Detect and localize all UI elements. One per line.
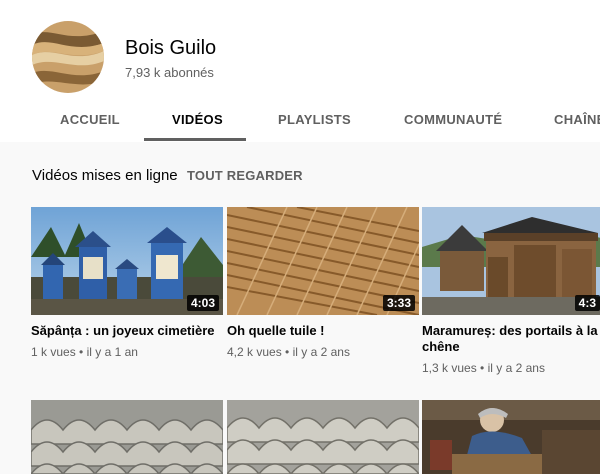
video-card[interactable] <box>227 400 419 474</box>
video-meta: 1,3 k vues • il y a 2 ans <box>422 361 545 375</box>
see-all-button[interactable]: TOUT REGARDER <box>187 168 303 183</box>
video-title[interactable]: Săpânța : un joyeux cimetière <box>31 323 221 339</box>
upload-age: il y a 2 ans <box>292 345 350 359</box>
video-title[interactable]: Maramureș: des portails à la chêne <box>422 323 598 355</box>
channel-tabs: ACCUEIL VIDÉOS PLAYLISTS COMMUNAUTÉ CHAÎ… <box>0 100 600 142</box>
upload-age: il y a 1 an <box>86 345 138 359</box>
tab-videos[interactable]: VIDÉOS <box>172 100 223 142</box>
video-duration: 4:03 <box>186 295 219 311</box>
tab-accueil[interactable]: ACCUEIL <box>60 100 120 142</box>
video-thumbnail[interactable]: 4:3 <box>422 207 600 315</box>
channel-avatar[interactable] <box>32 21 104 93</box>
video-duration: 4:3 <box>574 295 600 311</box>
subscriber-count: 7,93 k abonnés <box>125 65 214 80</box>
video-meta: 4,2 k vues • il y a 2 ans <box>227 345 350 359</box>
video-title[interactable]: Oh quelle tuile ! <box>227 323 417 339</box>
tab-playlists[interactable]: PLAYLISTS <box>278 100 351 142</box>
video-card[interactable] <box>31 400 223 474</box>
view-count: 1 k vues <box>31 345 76 359</box>
video-thumbnail[interactable]: 4:03 <box>31 207 223 315</box>
view-count: 1,3 k vues <box>422 361 477 375</box>
channel-name[interactable]: Bois Guilo <box>125 37 216 60</box>
video-thumbnail[interactable]: 3:33 <box>227 207 419 315</box>
channel-header: Bois Guilo 7,93 k abonnés ACCUEIL VIDÉOS… <box>0 0 600 142</box>
roof-tiles-thumbnail-image <box>227 400 419 474</box>
section-title: Vidéos mises en ligne <box>32 167 178 184</box>
upload-age: il y a 2 ans <box>487 361 545 375</box>
gate-thumbnail-image <box>422 207 600 315</box>
active-tab-indicator <box>144 138 246 141</box>
video-meta: 1 k vues • il y a 1 an <box>31 345 138 359</box>
video-duration: 3:33 <box>382 295 415 311</box>
video-card[interactable]: 4:3 Maramureș: des portails à la chêne 1… <box>422 207 600 375</box>
wood-logo-icon <box>32 21 104 93</box>
view-count: 4,2 k vues <box>227 345 282 359</box>
craftsman-thumbnail-image <box>422 400 600 474</box>
roof-tiles-thumbnail-image <box>31 400 223 474</box>
video-card[interactable]: 3:33 Oh quelle tuile ! 4,2 k vues • il y… <box>227 207 419 359</box>
video-card[interactable] <box>422 400 600 474</box>
video-card[interactable]: 4:03 Săpânța : un joyeux cimetière 1 k v… <box>31 207 223 359</box>
tab-chaine[interactable]: CHAÎNE <box>554 100 600 142</box>
tab-communaute[interactable]: COMMUNAUTÉ <box>404 100 502 142</box>
